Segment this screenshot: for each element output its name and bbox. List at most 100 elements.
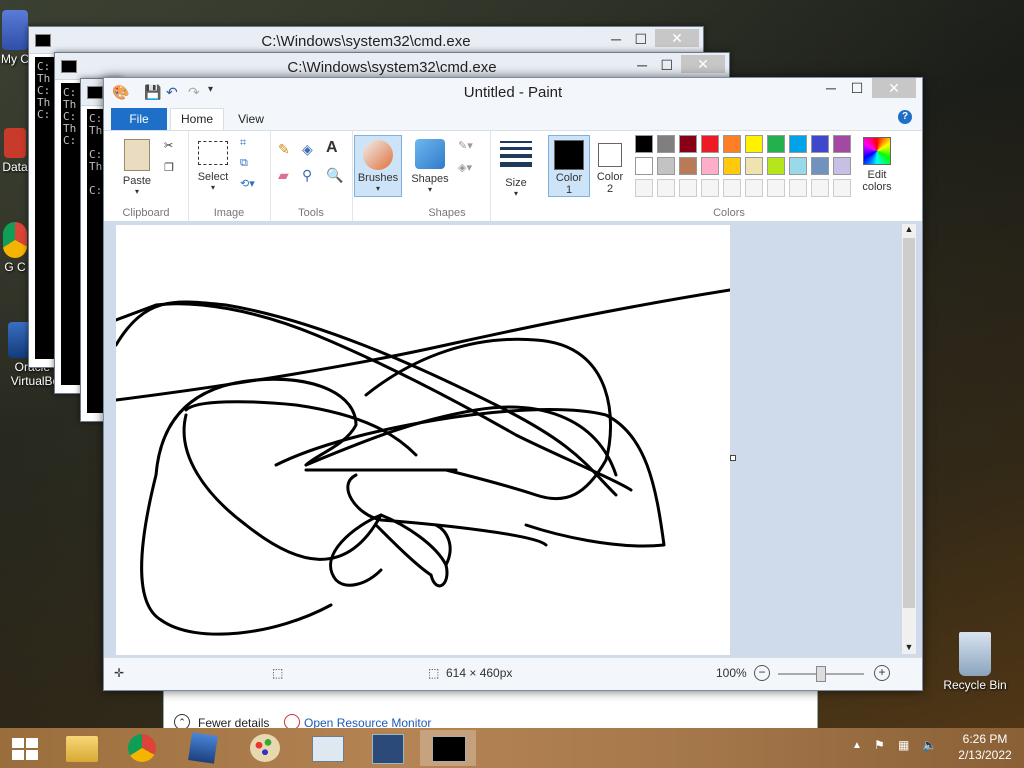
color-swatch[interactable] bbox=[789, 179, 807, 197]
action-center-icon[interactable]: ⚑ bbox=[874, 738, 885, 752]
edit-colors-button[interactable]: Edit colors bbox=[852, 137, 902, 193]
scroll-down-icon[interactable]: ▼ bbox=[902, 642, 916, 654]
scroll-up-icon[interactable]: ▲ bbox=[902, 224, 916, 236]
color-swatch[interactable] bbox=[811, 135, 829, 153]
brushes-button[interactable]: Brushes ▾ bbox=[354, 135, 402, 197]
color-swatch[interactable] bbox=[811, 157, 829, 175]
title-bar[interactable]: C:\Windows\system32\cmd.exe ─ ☐ ✕ bbox=[29, 27, 703, 54]
clock[interactable]: 6:26 PM 2/13/2022 bbox=[950, 732, 1020, 762]
desktop-icon-recycle-bin[interactable]: Recycle Bin bbox=[940, 632, 1010, 692]
color-swatch[interactable] bbox=[745, 157, 763, 175]
color-swatch[interactable] bbox=[679, 157, 697, 175]
color-picker-icon[interactable]: ⚲ bbox=[302, 167, 312, 184]
taskbar-chrome[interactable] bbox=[116, 730, 172, 766]
zoom-in-button[interactable]: + bbox=[874, 665, 890, 681]
fill-shape-icon[interactable]: ◈▾ bbox=[458, 161, 472, 174]
eraser-icon[interactable]: ▰ bbox=[278, 167, 289, 184]
color-swatch[interactable] bbox=[723, 157, 741, 175]
minimize-button[interactable]: ─ bbox=[637, 57, 647, 73]
drawing-canvas[interactable] bbox=[116, 225, 730, 655]
vertical-scrollbar[interactable]: ▲ ▼ bbox=[902, 224, 916, 654]
window-title: C:\Windows\system32\cmd.exe bbox=[287, 59, 497, 76]
network-icon[interactable]: ▦ bbox=[898, 738, 909, 752]
zoom-slider-thumb[interactable] bbox=[816, 666, 826, 682]
magnifier-icon[interactable]: 🔍 bbox=[326, 167, 343, 184]
title-bar[interactable]: 🎨 💾 ↶ ↷ ▾ Untitled - Paint ─ ☐ ✕ bbox=[104, 78, 922, 106]
color-swatch[interactable] bbox=[833, 179, 851, 197]
color-swatch[interactable] bbox=[679, 179, 697, 197]
color-swatch[interactable] bbox=[723, 135, 741, 153]
color-swatch[interactable] bbox=[767, 179, 785, 197]
color-swatch[interactable] bbox=[657, 179, 675, 197]
tab-view[interactable]: View bbox=[230, 109, 272, 129]
cut-icon[interactable]: ✂ bbox=[164, 139, 173, 152]
shapes-button[interactable]: Shapes ▾ bbox=[410, 139, 450, 194]
rotate-icon[interactable]: ⟲▾ bbox=[240, 177, 255, 190]
show-hidden-icons-icon[interactable]: ▲ bbox=[852, 740, 862, 751]
minimize-button[interactable]: ─ bbox=[818, 80, 844, 96]
text-icon[interactable]: A bbox=[326, 139, 338, 157]
shapes-group: Shapes ▾ ✎▾ ◈▾ Shapes bbox=[404, 131, 491, 221]
color-swatch[interactable] bbox=[833, 157, 851, 175]
zoom-out-button[interactable]: − bbox=[754, 665, 770, 681]
color-swatch[interactable] bbox=[723, 179, 741, 197]
color-swatch[interactable] bbox=[767, 157, 785, 175]
desktop-icon-data[interactable]: Data bbox=[0, 128, 30, 174]
crop-icon[interactable]: ⌗ bbox=[240, 137, 246, 150]
close-button[interactable]: ✕ bbox=[872, 78, 916, 98]
desktop-icon-label: Data bbox=[2, 160, 28, 174]
maximize-button[interactable]: ☐ bbox=[660, 57, 673, 74]
taskbar-virtualbox[interactable] bbox=[176, 730, 232, 766]
color-swatch[interactable] bbox=[635, 135, 653, 153]
maximize-button[interactable]: ☐ bbox=[844, 80, 870, 97]
close-button[interactable]: ✕ bbox=[681, 55, 725, 73]
color-swatch[interactable] bbox=[679, 135, 697, 153]
color-swatch[interactable] bbox=[745, 135, 763, 153]
tab-file[interactable]: File bbox=[111, 108, 167, 130]
color2-button[interactable]: Color 2 bbox=[592, 135, 628, 195]
select-button[interactable]: Select ▾ bbox=[196, 141, 230, 192]
volume-icon[interactable]: 🔈 bbox=[922, 738, 937, 752]
color-swatch[interactable] bbox=[789, 135, 807, 153]
tab-home[interactable]: Home bbox=[170, 108, 224, 130]
start-button[interactable] bbox=[2, 730, 46, 766]
color-swatch[interactable] bbox=[657, 135, 675, 153]
taskbar-paint[interactable] bbox=[238, 730, 294, 766]
pencil-icon[interactable]: ✎ bbox=[278, 141, 290, 158]
color-swatch[interactable] bbox=[657, 157, 675, 175]
task-manager-window[interactable]: ⌃ Fewer details Open Resource Monitor bbox=[163, 689, 818, 731]
resize-icon[interactable]: ⧉ bbox=[240, 157, 248, 170]
taskbar-file-explorer[interactable] bbox=[56, 730, 112, 766]
canvas-resize-handle[interactable] bbox=[730, 455, 736, 461]
scroll-thumb[interactable] bbox=[903, 238, 915, 608]
taskbar-cmd[interactable] bbox=[420, 730, 476, 766]
color-swatch[interactable] bbox=[833, 135, 851, 153]
title-bar[interactable]: C:\Windows\system32\cmd.exe ─ ☐ ✕ bbox=[55, 53, 729, 80]
outline-icon[interactable]: ✎▾ bbox=[458, 139, 473, 152]
color-swatch[interactable] bbox=[635, 179, 653, 197]
paint-window[interactable]: 🎨 💾 ↶ ↷ ▾ Untitled - Paint ─ ☐ ✕ File Ho… bbox=[103, 77, 923, 691]
size-button[interactable]: Size ▾ bbox=[498, 141, 534, 198]
fill-icon[interactable]: ◈ bbox=[302, 141, 313, 158]
color-swatch[interactable] bbox=[767, 135, 785, 153]
close-button[interactable]: ✕ bbox=[655, 29, 699, 47]
copy-icon[interactable]: ❐ bbox=[164, 161, 174, 174]
desktop-icon-my-computer[interactable]: My C bbox=[0, 10, 30, 66]
color-swatch[interactable] bbox=[635, 157, 653, 175]
color1-button[interactable]: Color 1 bbox=[548, 135, 590, 197]
help-icon[interactable]: ? bbox=[898, 110, 912, 124]
color-swatch[interactable] bbox=[811, 179, 829, 197]
color-swatch[interactable] bbox=[701, 157, 719, 175]
minimize-button[interactable]: ─ bbox=[611, 31, 621, 47]
color-swatch[interactable] bbox=[701, 135, 719, 153]
paste-button[interactable]: Paste ▾ bbox=[114, 139, 160, 196]
rainbow-icon bbox=[863, 137, 891, 165]
color-swatch[interactable] bbox=[745, 179, 763, 197]
color-swatch[interactable] bbox=[789, 157, 807, 175]
maximize-button[interactable]: ☐ bbox=[634, 31, 647, 48]
taskbar-app-10[interactable] bbox=[360, 730, 416, 766]
chrome-icon bbox=[128, 734, 156, 762]
taskbar-task-manager[interactable] bbox=[300, 730, 356, 766]
color-swatch[interactable] bbox=[701, 179, 719, 197]
desktop-icon-chrome[interactable]: G C bbox=[0, 222, 30, 274]
